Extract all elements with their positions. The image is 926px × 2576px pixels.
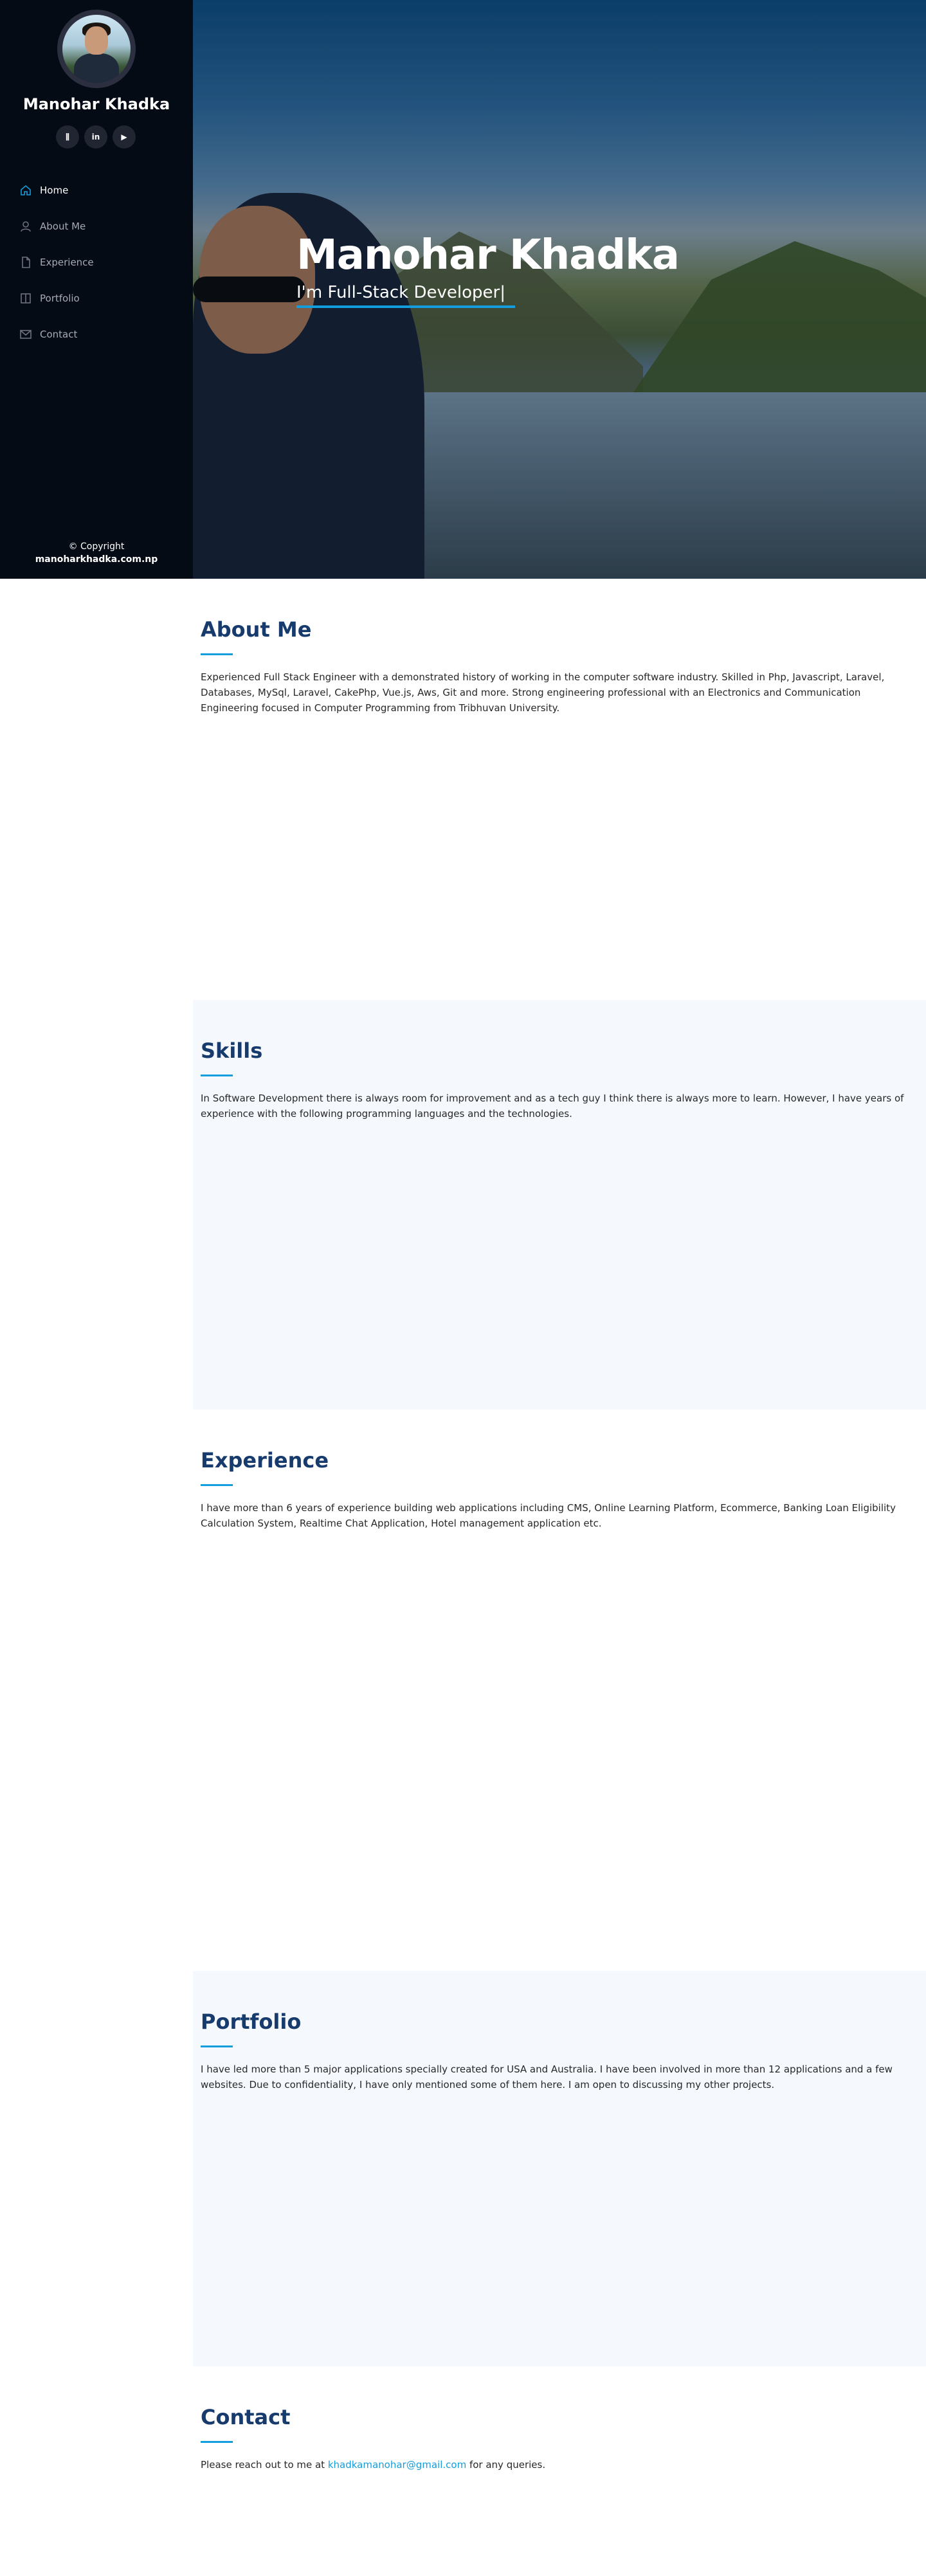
section-title: Experience — [201, 1448, 329, 1473]
stackoverflow-icon[interactable]: ⫼ — [56, 125, 79, 149]
portfolio-text: I have led more than 5 major application… — [201, 2064, 893, 2091]
nav-item-label: Contact — [40, 329, 78, 340]
nav-item-home[interactable]: Home — [19, 172, 174, 208]
nav-item-about[interactable]: About Me — [19, 208, 174, 244]
home-icon — [21, 185, 31, 195]
nav-item-label: About Me — [40, 221, 86, 232]
envelope-icon — [20, 330, 32, 339]
skills-text: In Software Development there is always … — [201, 1093, 904, 1120]
about-section: About Me Experienced Full Stack Engineer… — [193, 579, 926, 1000]
hero-subtitle: I'm Full-Stack Developer| — [296, 283, 505, 302]
nav-item-label: Home — [40, 185, 69, 196]
experience-text: I have more than 6 years of experience b… — [201, 1502, 896, 1529]
contact-text-before: Please reach out to me at — [201, 2459, 328, 2471]
nav-item-label: Experience — [40, 257, 94, 268]
nav-item-label: Portfolio — [40, 293, 80, 304]
hero-underline — [296, 305, 515, 308]
user-icon — [21, 221, 31, 232]
about-text: Experienced Full Stack Engineer with a d… — [201, 671, 885, 714]
title-underline — [201, 2045, 233, 2047]
nav-item-experience[interactable]: Experience — [19, 244, 174, 280]
nav-item-portfolio[interactable]: Portfolio — [19, 280, 174, 316]
contact-text-after: for any queries. — [466, 2459, 546, 2471]
profile-name: Manohar Khadka — [23, 95, 170, 113]
copyright-label: © Copyright — [68, 541, 125, 552]
social-links: ⫼ in ▶ — [56, 125, 136, 149]
contact-section: Contact Please reach out to me at khadka… — [193, 2366, 926, 2576]
contact-email-link[interactable]: khadkamanohar@gmail.com — [328, 2459, 466, 2471]
profile-avatar — [57, 10, 136, 88]
title-underline — [201, 653, 233, 655]
title-underline — [201, 1075, 233, 1076]
nav-menu: Home About Me Experience Portfolio Conta… — [19, 172, 174, 352]
copyright-site: manoharkhadka.com.np — [35, 554, 158, 565]
section-title: Portfolio — [201, 2009, 302, 2034]
hero-section: Manohar Khadka I'm Full-Stack Developer| — [193, 0, 926, 579]
title-underline — [201, 2441, 233, 2443]
portfolio-section: Portfolio I have led more than 5 major a… — [193, 1971, 926, 2366]
title-underline — [201, 1484, 233, 1486]
skills-section: Skills In Software Development there is … — [193, 1000, 926, 1410]
file-icon — [22, 257, 30, 268]
youtube-icon[interactable]: ▶ — [113, 125, 136, 149]
hero-title: Manohar Khadka — [296, 231, 680, 279]
section-title: About Me — [201, 617, 312, 642]
experience-section: Experience I have more than 6 years of e… — [193, 1410, 926, 1971]
sidebar: Manohar Khadka ⫼ in ▶ Home About Me Expe… — [0, 0, 193, 579]
nav-item-contact[interactable]: Contact — [19, 316, 174, 352]
copyright: © Copyright manoharkhadka.com.np — [0, 540, 193, 566]
linkedin-icon[interactable]: in — [84, 125, 107, 149]
section-title: Contact — [201, 2405, 291, 2429]
section-title: Skills — [201, 1039, 263, 1063]
contact-text: Please reach out to me at khadkamanohar@… — [201, 2457, 918, 2472]
book-icon — [21, 293, 31, 304]
